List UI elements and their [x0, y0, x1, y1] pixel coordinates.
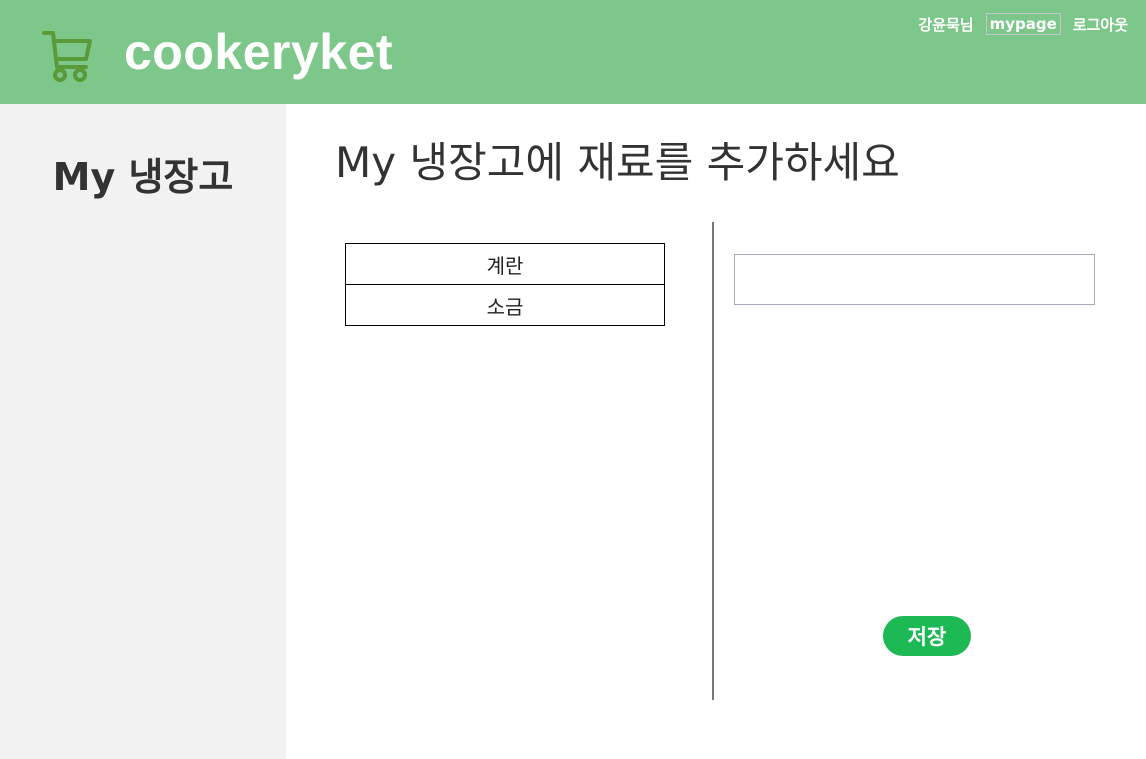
- ingredient-input[interactable]: [734, 254, 1095, 305]
- logout-link[interactable]: 로그아웃: [1073, 14, 1128, 35]
- ingredient-cell[interactable]: 계란: [345, 243, 665, 285]
- user-name: 강윤묵님: [918, 15, 974, 34]
- ingredient-cell[interactable]: 소금: [345, 284, 665, 326]
- user-nav: 강윤묵님 mypage 로그아웃: [918, 11, 1128, 37]
- save-button[interactable]: 저장: [883, 616, 971, 656]
- ingredient-table: 계란 소금: [345, 243, 665, 326]
- sidebar: My 냉장고: [0, 104, 286, 759]
- shopping-cart-icon[interactable]: [40, 27, 94, 83]
- top-header: cookeryket 강윤묵님 mypage 로그아웃: [0, 0, 1146, 104]
- sidebar-title[interactable]: My 냉장고: [0, 150, 286, 204]
- page-title: My 냉장고에 재료를 추가하세요: [335, 138, 900, 187]
- table-row: 계란: [345, 243, 665, 285]
- mypage-link[interactable]: mypage: [985, 13, 1061, 35]
- table-row: 소금: [345, 284, 665, 326]
- brand-logo-text[interactable]: cookeryket: [124, 20, 393, 84]
- vertical-divider: [712, 222, 714, 700]
